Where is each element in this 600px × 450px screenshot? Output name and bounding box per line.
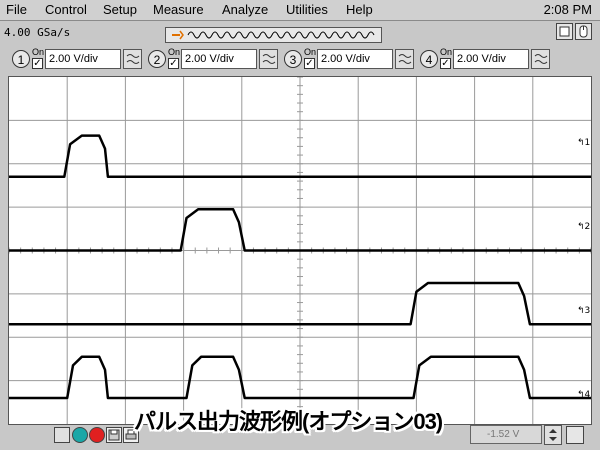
menu-bar: File Control Setup Measure Analyze Utili…	[0, 0, 600, 21]
channel-4-on-label: On	[440, 47, 453, 57]
spinner-icon	[262, 54, 276, 64]
save-button[interactable]	[106, 427, 122, 443]
caption-overlay: パルス出力波形例(オプション03)	[134, 409, 443, 434]
layout-toggle-button[interactable]	[556, 23, 573, 40]
waveform-display[interactable]	[8, 76, 592, 425]
menu-utilities[interactable]: Utilities	[286, 2, 328, 17]
menu-measure[interactable]: Measure	[153, 2, 204, 17]
menu-help[interactable]: Help	[346, 2, 373, 17]
channel-1-number[interactable]: 1	[12, 50, 30, 68]
channel-3-ground-marker: ↰3	[577, 306, 591, 316]
channel-4-scale-field[interactable]: 2.00 V/div	[453, 49, 529, 69]
spinner-icon	[126, 54, 140, 64]
channel-1-scale-field[interactable]: 2.00 V/div	[45, 49, 121, 69]
channel-2-number[interactable]: 2	[148, 50, 166, 68]
channel-2-scale-field[interactable]: 2.00 V/div	[181, 49, 257, 69]
channel-4-scale-spinner[interactable]	[531, 49, 550, 69]
spinner-icon	[534, 54, 548, 64]
channel-3-on-label: On	[304, 47, 317, 57]
run-button[interactable]	[72, 427, 88, 443]
channel-2-on-label: On	[168, 47, 181, 57]
channel-1-on-checkbox[interactable]: ✓	[32, 58, 43, 69]
channel-3-scale-field[interactable]: 2.00 V/div	[317, 49, 393, 69]
window-icon	[559, 26, 570, 37]
spinner-icon	[398, 54, 412, 64]
stop-button[interactable]	[89, 427, 105, 443]
sample-rate: 4.00 GSa/s	[4, 26, 71, 39]
channel-4-ground-marker: ↰4	[577, 390, 591, 400]
bottom-right-button[interactable]	[566, 426, 584, 444]
mouse-mode-button[interactable]	[575, 23, 592, 40]
channel-3-number[interactable]: 3	[284, 50, 302, 68]
waveform-plot	[8, 76, 592, 425]
bottom-left-button[interactable]	[54, 427, 70, 443]
trigger-level-spinner[interactable]	[544, 425, 562, 445]
trigger-level-field[interactable]: -1.52 V	[470, 425, 542, 444]
channel-2-on-checkbox[interactable]: ✓	[168, 58, 179, 69]
trigger-mode-strip[interactable]	[165, 27, 382, 43]
channel-1-scale-spinner[interactable]	[123, 49, 142, 69]
menu-setup[interactable]: Setup	[103, 2, 137, 17]
menu-analyze[interactable]: Analyze	[222, 2, 268, 17]
clock: 2:08 PM	[543, 2, 592, 17]
channel-3-on-checkbox[interactable]: ✓	[304, 58, 315, 69]
disk-icon	[108, 429, 120, 441]
channel-2-scale-spinner[interactable]	[259, 49, 278, 69]
trigger-waveform-icon	[172, 30, 375, 40]
up-down-icon	[549, 429, 557, 441]
menu-file[interactable]: File	[6, 2, 27, 17]
menu-control[interactable]: Control	[45, 2, 87, 17]
channel-4-on-checkbox[interactable]: ✓	[440, 58, 451, 69]
channel-3-scale-spinner[interactable]	[395, 49, 414, 69]
channel-1-ground-marker: ↰1	[577, 138, 591, 148]
channel-4-number[interactable]: 4	[420, 50, 438, 68]
channel-1-on-label: On	[32, 47, 45, 57]
mouse-icon	[579, 25, 588, 38]
channel-2-ground-marker: ↰2	[577, 222, 591, 232]
